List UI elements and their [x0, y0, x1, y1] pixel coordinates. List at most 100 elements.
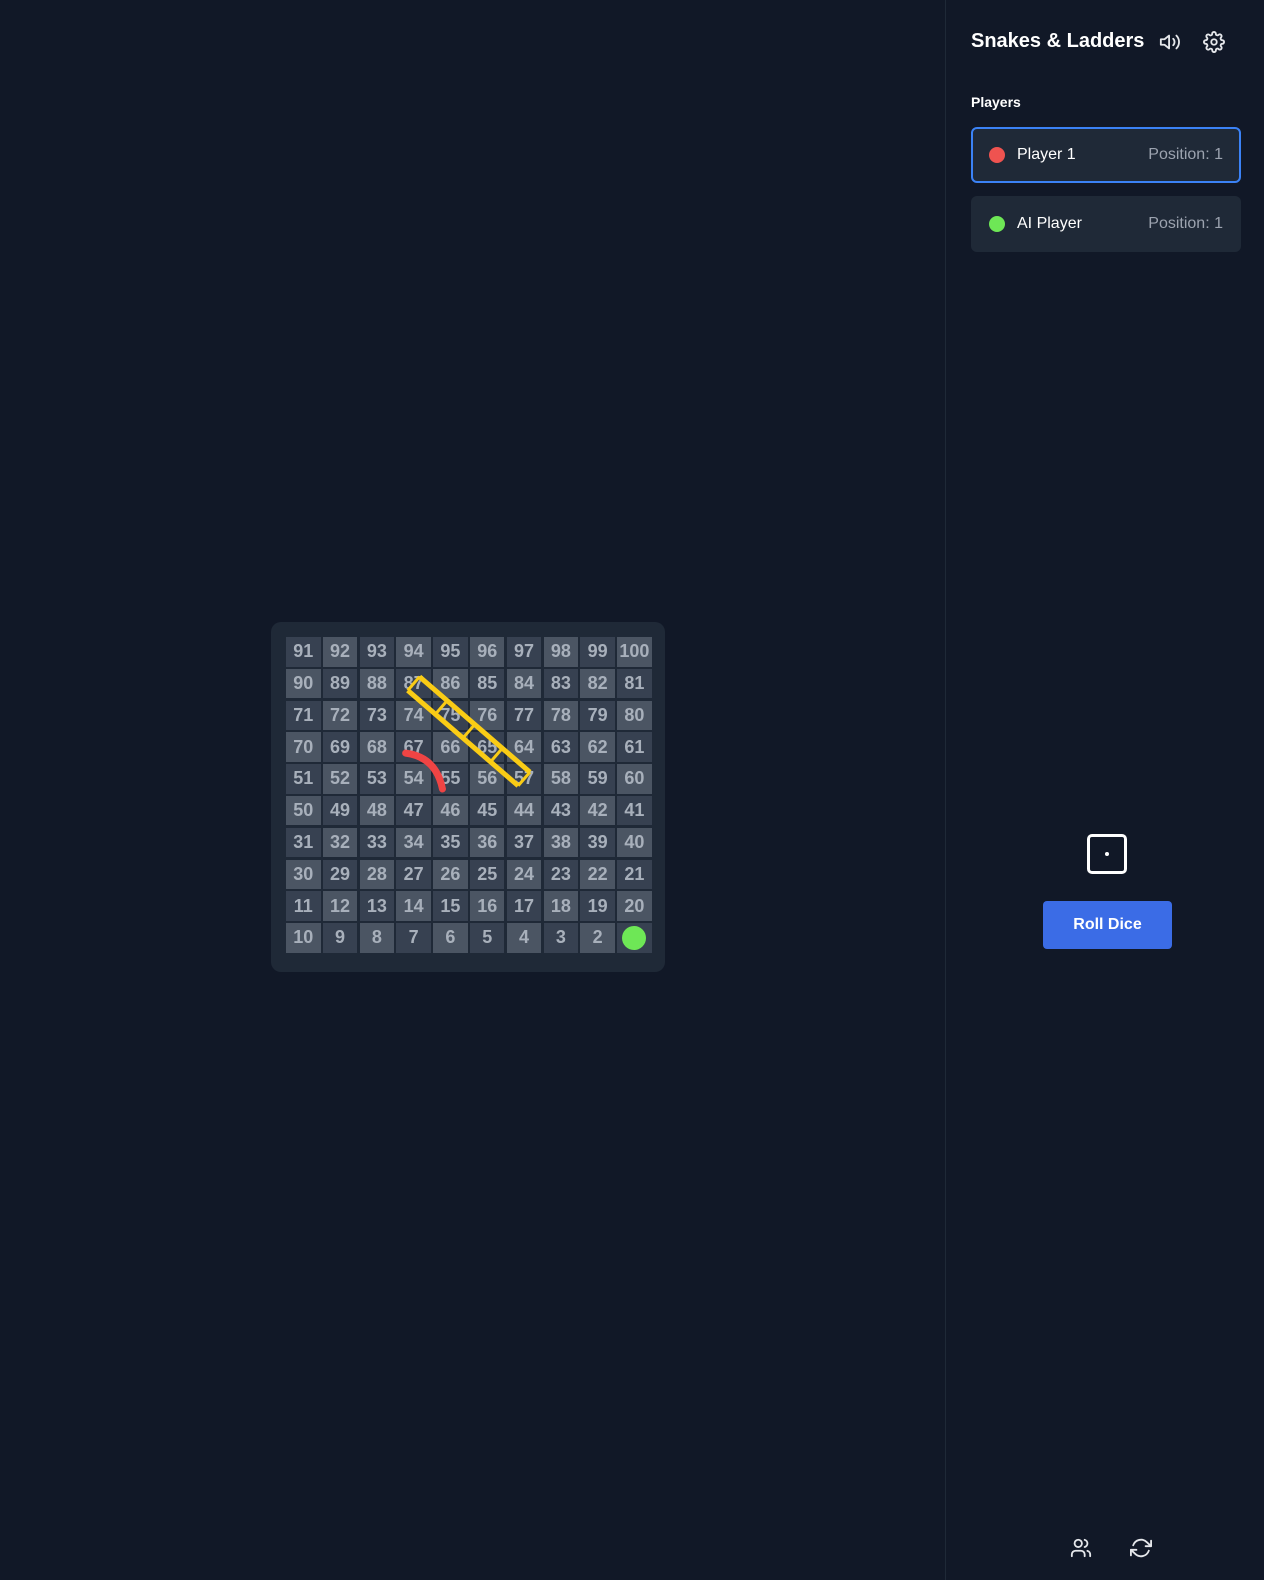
roll-dice-button[interactable]: Roll Dice: [1043, 901, 1172, 949]
board-square-28: 28: [359, 859, 395, 890]
square-number: 85: [477, 673, 498, 694]
square-number: 73: [366, 704, 387, 725]
square-number: 98: [550, 641, 571, 662]
square-number: 36: [477, 832, 498, 853]
board-square-33: 33: [359, 827, 395, 858]
square-number: 88: [366, 673, 387, 694]
board-square-61: 61: [617, 732, 652, 762]
player-position: Position: 1: [1148, 146, 1223, 163]
board-square-91: 91: [286, 637, 321, 667]
board-square-46: 46: [433, 795, 468, 826]
board-square-21: 21: [617, 859, 652, 890]
board-square-100: 100: [617, 637, 652, 667]
board-square-6: 6: [433, 923, 468, 953]
board-square-40: 40: [617, 827, 652, 858]
board-square-23: 23: [543, 859, 579, 890]
board-square-24: 24: [506, 859, 542, 890]
square-number: 12: [330, 895, 351, 916]
player-card-player-1[interactable]: Player 1 Position: 1: [971, 127, 1241, 183]
square-number: 21: [624, 863, 645, 884]
sidebar: Snakes & Ladders Players Player 1 Positi…: [945, 0, 1264, 1580]
square-number: 16: [477, 895, 498, 916]
board-square-30: 30: [286, 859, 321, 890]
square-number: 5: [482, 927, 493, 948]
square-number: 7: [408, 927, 419, 948]
board-square-18: 18: [543, 891, 579, 921]
board-square-15: 15: [433, 891, 468, 921]
square-number: 37: [514, 832, 535, 853]
board-square-65: 65: [469, 732, 505, 762]
dice[interactable]: [1087, 834, 1127, 874]
square-number: 11: [293, 895, 313, 916]
board-square-49: 49: [322, 795, 358, 826]
square-number: 38: [550, 832, 571, 853]
square-number: 92: [330, 641, 351, 662]
board-square-16: 16: [469, 891, 505, 921]
square-number: 78: [550, 704, 571, 725]
board-square-68: 68: [359, 732, 395, 762]
square-number: 59: [587, 768, 608, 789]
board-square-86: 86: [433, 668, 468, 699]
board-square-64: 64: [506, 732, 542, 762]
square-number: 76: [477, 704, 498, 725]
board-square-32: 32: [322, 827, 358, 858]
board-square-60: 60: [617, 764, 652, 794]
users-icon[interactable]: [1067, 1534, 1095, 1562]
board-square-92: 92: [322, 637, 358, 667]
board-square-13: 13: [359, 891, 395, 921]
board-square-53: 53: [359, 764, 395, 794]
board-square-11: 11: [286, 891, 321, 921]
square-number: 17: [514, 895, 535, 916]
square-number: 75: [440, 704, 461, 725]
board-square-93: 93: [359, 637, 395, 667]
square-number: 6: [445, 927, 456, 948]
board-frame: 91 92 93 94 95 96 97 98 99 100 90 89 88 87 86 85 84 83 82 8…: [271, 622, 665, 972]
board-square-2: 2: [580, 923, 615, 953]
board-square-71: 71: [286, 700, 321, 731]
square-number: 43: [550, 800, 571, 821]
board-square-89: 89: [322, 668, 358, 699]
board-square-95: 95: [433, 637, 468, 667]
board-square-90: 90: [286, 668, 321, 699]
board-square-48: 48: [359, 795, 395, 826]
square-number: 66: [440, 736, 461, 757]
square-number: 24: [514, 863, 535, 884]
speaker-icon[interactable]: [1156, 28, 1184, 56]
square-number: 22: [587, 863, 608, 884]
board-square-88: 88: [359, 668, 395, 699]
board-square-81: 81: [617, 668, 652, 699]
players-heading: Players: [971, 94, 1021, 110]
board-square-3: 3: [543, 923, 579, 953]
board-square-87: 87: [396, 668, 431, 699]
square-number: 63: [550, 736, 571, 757]
refresh-icon[interactable]: [1127, 1534, 1155, 1562]
square-number: 52: [330, 768, 351, 789]
board-square-83: 83: [543, 668, 579, 699]
square-number: 95: [440, 641, 461, 662]
board-square-84: 84: [506, 668, 542, 699]
square-number: 44: [514, 800, 535, 821]
square-number: 29: [330, 863, 351, 884]
board-square-43: 43: [543, 795, 579, 826]
board-square-82: 82: [580, 668, 615, 699]
square-number: 49: [330, 800, 351, 821]
square-number: 26: [440, 863, 461, 884]
board-square-59: 59: [580, 764, 615, 794]
gear-icon[interactable]: [1200, 28, 1228, 56]
square-number: 68: [366, 736, 387, 757]
board-square-12: 12: [322, 891, 358, 921]
square-number: 15: [440, 895, 461, 916]
board-square-72: 72: [322, 700, 358, 731]
square-number: 30: [293, 863, 314, 884]
square-number: 94: [403, 641, 424, 662]
square-number: 13: [366, 895, 387, 916]
square-number: 79: [587, 704, 608, 725]
board-square-38: 38: [543, 827, 579, 858]
board-square-63: 63: [543, 732, 579, 762]
square-number: 87: [403, 673, 424, 694]
square-number: 46: [440, 800, 461, 821]
board-square-51: 51: [286, 764, 321, 794]
player-card-ai-player[interactable]: AI Player Position: 1: [971, 196, 1241, 252]
square-number: 62: [587, 736, 608, 757]
square-number: 93: [366, 641, 387, 662]
